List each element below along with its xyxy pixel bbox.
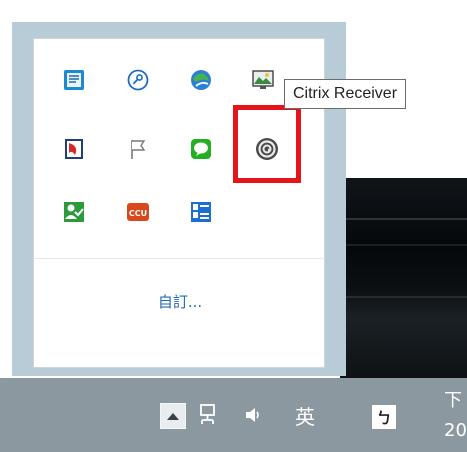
ccu-icon-label: CCU — [129, 209, 147, 218]
taskbar: 英 ㄅ 下 20 — [0, 378, 467, 452]
ime-mode-indicator[interactable]: ㄅ — [372, 405, 396, 429]
globe-refresh-icon[interactable] — [189, 68, 213, 92]
tooltip: Citrix Receiver — [284, 79, 407, 109]
highlight-box — [233, 105, 301, 183]
green-chat-icon[interactable] — [189, 137, 213, 161]
green-user-check-icon[interactable] — [62, 200, 86, 224]
flag-icon[interactable] — [126, 137, 150, 161]
magnifier-key-icon[interactable] — [126, 68, 150, 92]
chevron-up-icon — [167, 412, 179, 420]
clock[interactable]: 下 20 — [444, 386, 467, 446]
network-icon[interactable] — [196, 398, 222, 432]
customize-link[interactable]: 自訂... — [140, 291, 220, 312]
desktop-background — [340, 178, 467, 378]
photo-monitor-icon[interactable] — [251, 68, 275, 92]
app-blue-tile-icon[interactable] — [62, 68, 86, 92]
volume-icon[interactable] — [240, 398, 266, 432]
show-hidden-icons-button[interactable] — [160, 403, 186, 429]
clock-date: 20 — [444, 420, 467, 441]
ccu-icon[interactable]: CCU — [126, 200, 150, 224]
red-document-icon[interactable] — [62, 137, 86, 161]
flyout-divider — [33, 258, 325, 259]
clock-time: 下 — [444, 390, 462, 411]
ime-language-indicator[interactable]: 英 — [290, 398, 320, 432]
blue-list-icon[interactable] — [189, 200, 213, 224]
